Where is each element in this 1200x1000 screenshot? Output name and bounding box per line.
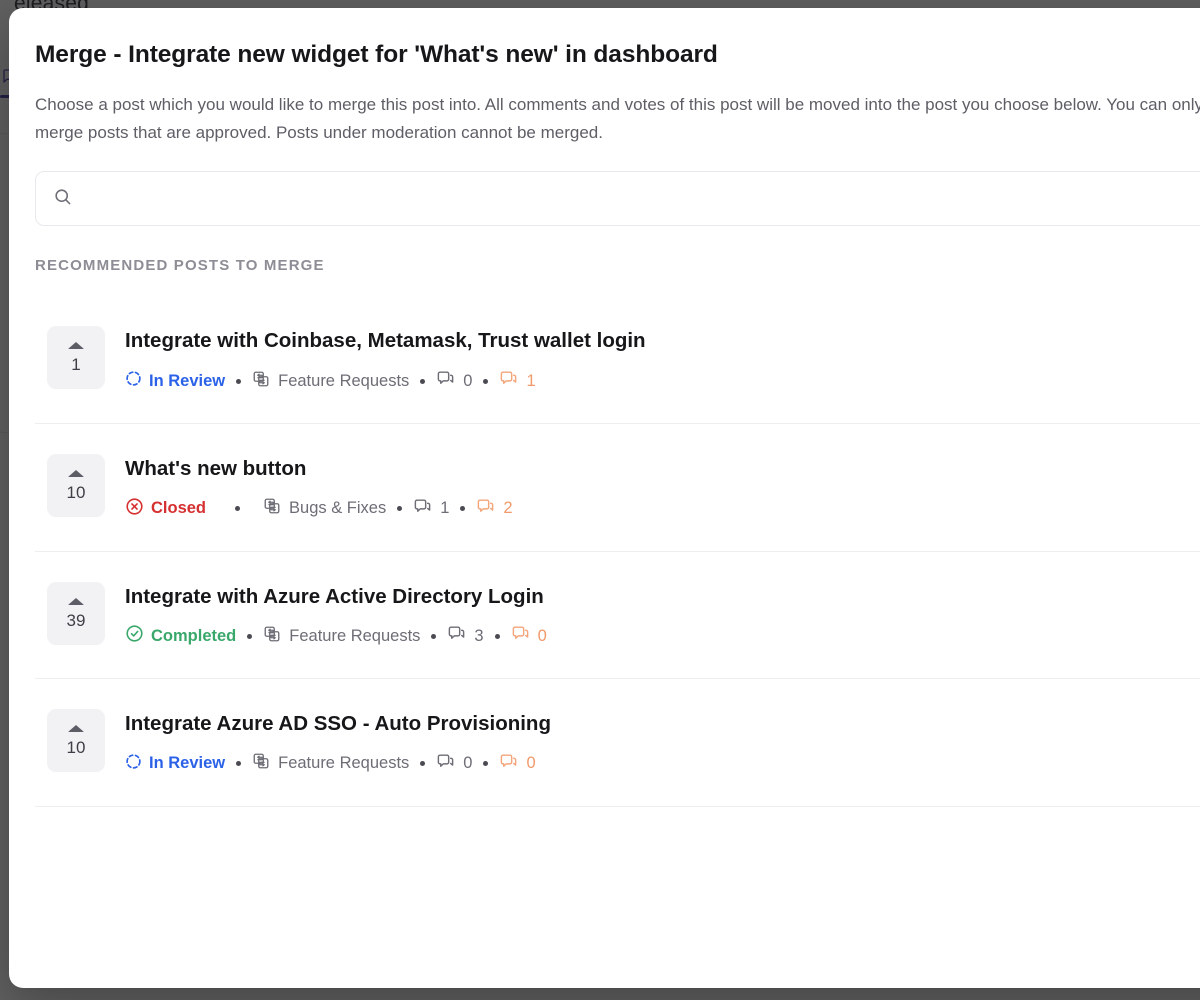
- post-meta: Completed Feature Requests 3 0: [125, 624, 1200, 648]
- status-label: In Review: [149, 754, 226, 773]
- category-item: Bugs & Fixes: [263, 497, 386, 520]
- comments-accent-icon: [476, 497, 495, 521]
- status-badge: Closed: [125, 497, 206, 521]
- post-list: 1 Integrate with Coinbase, Metamask, Tru…: [35, 296, 1200, 807]
- notes-item: 2: [476, 497, 513, 521]
- meta-separator-dot: [247, 633, 253, 639]
- comments-icon: [436, 369, 455, 393]
- notes-count: 1: [526, 371, 536, 390]
- comments-count: 0: [463, 371, 473, 390]
- vote-button[interactable]: 1: [47, 326, 105, 390]
- post-title: Integrate with Azure Active Directory Lo…: [125, 584, 544, 608]
- post-title: What's new button: [125, 457, 307, 481]
- comments-item: 3: [447, 624, 484, 648]
- comments-accent-icon: [499, 752, 518, 776]
- vote-count: 1: [71, 355, 81, 375]
- meta-separator-dot: [494, 633, 500, 639]
- comments-icon: [413, 497, 432, 521]
- post-main: Integrate Azure AD SSO - Auto Provisioni…: [125, 709, 1200, 776]
- post-main: What's new button Closed Bugs & Fixes 1 …: [125, 454, 1200, 521]
- category-item: Feature Requests: [252, 370, 409, 393]
- post-main: Integrate with Coinbase, Metamask, Trust…: [125, 326, 1200, 393]
- x-circle-icon: [125, 497, 144, 521]
- category-label: Feature Requests: [278, 371, 410, 390]
- meta-separator-dot: [420, 761, 426, 767]
- post-title: Integrate Azure AD SSO - Auto Provisioni…: [125, 712, 551, 736]
- notes-item: 0: [511, 624, 547, 648]
- notes-item: 1: [499, 369, 536, 393]
- upvote-caret-icon: [68, 342, 84, 350]
- comments-item: 0: [436, 369, 472, 393]
- upvote-caret-icon: [68, 470, 84, 478]
- comments-item: 0: [436, 752, 472, 776]
- category-item: Feature Requests: [263, 625, 420, 648]
- upvote-caret-icon: [68, 725, 84, 733]
- comments-icon: [447, 624, 466, 648]
- post-row[interactable]: 10 Integrate Azure AD SSO - Auto Provisi…: [35, 679, 1200, 807]
- vote-button[interactable]: 10: [47, 709, 105, 773]
- recommended-posts-label: Recommended posts to merge: [35, 257, 325, 275]
- replace-icon: [263, 625, 281, 648]
- meta-separator-dot: [483, 378, 489, 384]
- vote-button[interactable]: 39: [47, 581, 105, 645]
- post-main: Integrate with Azure Active Directory Lo…: [125, 582, 1200, 649]
- post-row[interactable]: 1 Integrate with Coinbase, Metamask, Tru…: [35, 296, 1200, 425]
- notes-item: 0: [499, 752, 536, 776]
- vote-count: 10: [66, 738, 86, 758]
- comments-count: 3: [474, 626, 484, 645]
- meta-separator-dot: [431, 633, 437, 639]
- post-meta: In Review: [125, 752, 1200, 776]
- search-icon: [53, 187, 72, 211]
- meta-separator-dot: [236, 378, 242, 384]
- loader-circle-icon: [125, 370, 142, 392]
- post-title: Integrate with Coinbase, Metamask, Trust…: [125, 329, 646, 353]
- dialog-description: Choose a post which you would like to me…: [35, 95, 1200, 142]
- status-badge: Completed: [125, 624, 236, 648]
- replace-icon: [252, 370, 270, 393]
- category-item: Feature Requests: [252, 752, 409, 775]
- status-badge: In Review: [125, 753, 225, 775]
- status-badge: In Review: [125, 370, 225, 392]
- loader-circle-icon: [125, 753, 142, 775]
- check-circle-icon: [125, 624, 144, 648]
- search-input[interactable]: [84, 172, 1200, 226]
- category-label: Feature Requests: [289, 626, 421, 645]
- search-box[interactable]: [35, 171, 1200, 227]
- comments-accent-icon: [499, 369, 518, 393]
- post-meta: Closed Bugs & Fixes 1 2: [125, 497, 1200, 521]
- notes-count: 2: [503, 499, 513, 518]
- meta-separator-dot: [420, 378, 426, 384]
- vote-button[interactable]: 10: [47, 454, 105, 518]
- notes-count: 0: [537, 626, 547, 645]
- vote-count: 10: [66, 483, 86, 503]
- category-label: Bugs & Fixes: [289, 499, 387, 518]
- comments-icon: [436, 752, 455, 776]
- replace-icon: [252, 752, 270, 775]
- post-row[interactable]: 10 What's new button Closed Bugs & Fixes…: [35, 424, 1200, 552]
- merge-dialog: Merge - Integrate new widget for 'What's…: [9, 8, 1200, 988]
- replace-icon: [263, 497, 281, 520]
- comments-count: 0: [463, 754, 473, 773]
- post-row[interactable]: 39 Integrate with Azure Active Directory…: [35, 552, 1200, 680]
- meta-separator-dot: [483, 761, 489, 767]
- meta-separator-dot: [460, 506, 466, 512]
- meta-separator-dot: [235, 506, 241, 512]
- status-label: Completed: [151, 626, 237, 645]
- meta-separator-dot: [236, 761, 242, 767]
- vote-count: 39: [66, 610, 86, 630]
- post-meta: In Review: [125, 369, 1200, 393]
- status-label: Closed: [151, 499, 207, 518]
- upvote-caret-icon: [68, 597, 84, 605]
- status-label: In Review: [149, 371, 226, 390]
- dialog-title: Merge - Integrate new widget for 'What's…: [35, 41, 718, 68]
- notes-count: 0: [526, 754, 536, 773]
- comments-accent-icon: [511, 624, 530, 648]
- comments-count: 1: [440, 499, 450, 518]
- category-label: Feature Requests: [278, 754, 410, 773]
- meta-separator-dot: [397, 506, 403, 512]
- comments-item: 1: [413, 497, 449, 521]
